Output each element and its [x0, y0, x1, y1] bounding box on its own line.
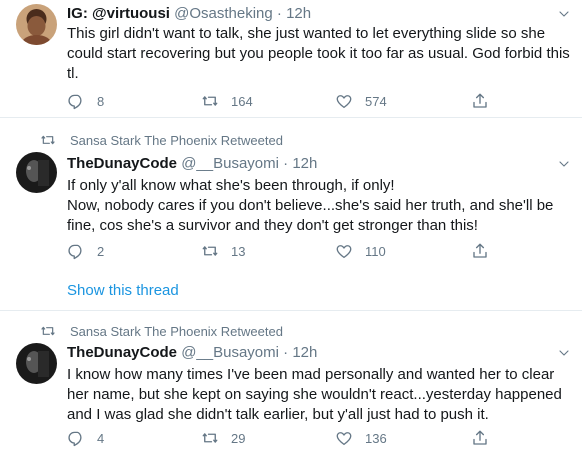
separator-dot: · — [283, 155, 289, 172]
timestamp[interactable]: 12h — [286, 5, 311, 22]
share-icon — [471, 429, 489, 447]
reply-count: 8 — [97, 93, 105, 109]
tweet-actions: 2 13 110 — [67, 242, 507, 262]
user-handle[interactable]: @Osastheking — [174, 5, 273, 22]
tweet-text-line: could start recovering but you people to… — [67, 45, 570, 62]
retweet-button[interactable]: 164 — [201, 92, 253, 110]
share-button[interactable] — [471, 242, 501, 260]
chevron-down-icon[interactable] — [558, 347, 570, 359]
display-name[interactable]: TheDunayCode — [67, 344, 177, 361]
separator-dot: · — [283, 344, 289, 361]
timestamp[interactable]: 12h — [292, 344, 317, 361]
tweet-header: TheDunayCode @__Busayomi · 12h — [67, 343, 317, 362]
tweet-text: If only y'all know what she's been throu… — [67, 176, 573, 236]
tweet-text-line: I know how many times I've been mad pers… — [67, 366, 555, 383]
avatar[interactable] — [16, 4, 57, 45]
like-button[interactable]: 110 — [335, 242, 386, 260]
tweet-text-line: Now, nobody cares if you don't believe..… — [67, 197, 554, 214]
share-button[interactable] — [471, 92, 501, 110]
like-count: 136 — [365, 430, 387, 446]
chevron-down-icon[interactable] — [558, 8, 570, 20]
tweet-actions: 8 164 574 — [67, 92, 507, 112]
retweet-count: 13 — [231, 243, 246, 259]
retweet-button[interactable]: 13 — [201, 242, 245, 260]
retweeted-by-label: Sansa Stark The Phoenix Retweeted — [70, 132, 283, 148]
heart-icon — [335, 242, 353, 260]
like-count: 574 — [365, 93, 387, 109]
retweet-icon — [201, 92, 219, 110]
retweet-count: 29 — [231, 430, 246, 446]
avatar[interactable] — [16, 152, 57, 193]
reply-button[interactable]: 8 — [67, 92, 104, 110]
tweet-text-line: fine, cos she's a survivor and they don'… — [67, 217, 478, 234]
like-button[interactable]: 136 — [335, 429, 387, 447]
tweet-text-line: and I was glad she didn't talk earlier, … — [67, 406, 489, 423]
retweeted-by[interactable]: Sansa Stark The Phoenix Retweeted — [40, 323, 283, 339]
reply-icon — [67, 92, 85, 110]
tweet-text-line: If only y'all know what she's been throu… — [67, 177, 395, 194]
tweet-actions: 4 29 136 — [67, 429, 507, 449]
tweet-header: TheDunayCode @__Busayomi · 12h — [67, 154, 317, 173]
avatar[interactable] — [16, 343, 57, 384]
heart-icon — [335, 429, 353, 447]
display-name[interactable]: IG: @virtuousi — [67, 5, 170, 22]
separator-dot: · — [276, 5, 282, 22]
chevron-down-icon[interactable] — [558, 158, 570, 170]
show-thread-link[interactable]: Show this thread — [67, 282, 179, 299]
tweet-text-line: This girl didn't want to talk, she just … — [67, 25, 546, 42]
reply-button[interactable]: 2 — [67, 242, 104, 260]
retweet-icon — [201, 429, 219, 447]
reply-count: 2 — [97, 243, 105, 259]
retweet-button[interactable]: 29 — [201, 429, 245, 447]
display-name[interactable]: TheDunayCode — [67, 155, 177, 172]
retweet-icon — [40, 132, 56, 148]
tweet-2[interactable]: Sansa Stark The Phoenix Retweeted TheDun… — [0, 118, 582, 310]
timestamp[interactable]: 12h — [292, 155, 317, 172]
tweet-text: This girl didn't want to talk, she just … — [67, 24, 573, 84]
reply-button[interactable]: 4 — [67, 429, 104, 447]
tweet-text: I know how many times I've been mad pers… — [67, 365, 573, 425]
tweet-text-line: tl. — [67, 65, 79, 82]
reply-icon — [67, 242, 85, 260]
retweet-icon — [40, 323, 56, 339]
tweet-text-line: her name, but she kept on saying she wou… — [67, 386, 562, 403]
reply-count: 4 — [97, 430, 105, 446]
user-handle[interactable]: @__Busayomi — [181, 155, 279, 172]
heart-icon — [335, 92, 353, 110]
tweet-1[interactable]: IG: @virtuousi @Osastheking · 12h This g… — [0, 0, 582, 117]
like-count: 110 — [365, 243, 386, 259]
like-button[interactable]: 574 — [335, 92, 387, 110]
retweet-count: 164 — [231, 93, 253, 109]
tweet-3[interactable]: Sansa Stark The Phoenix Retweeted TheDun… — [0, 311, 582, 452]
user-handle[interactable]: @__Busayomi — [181, 344, 279, 361]
share-icon — [471, 92, 489, 110]
share-button[interactable] — [471, 429, 501, 447]
retweeted-by[interactable]: Sansa Stark The Phoenix Retweeted — [40, 132, 283, 148]
share-icon — [471, 242, 489, 260]
reply-icon — [67, 429, 85, 447]
tweet-header: IG: @virtuousi @Osastheking · 12h — [67, 4, 311, 23]
retweet-icon — [201, 242, 219, 260]
retweeted-by-label: Sansa Stark The Phoenix Retweeted — [70, 323, 283, 339]
